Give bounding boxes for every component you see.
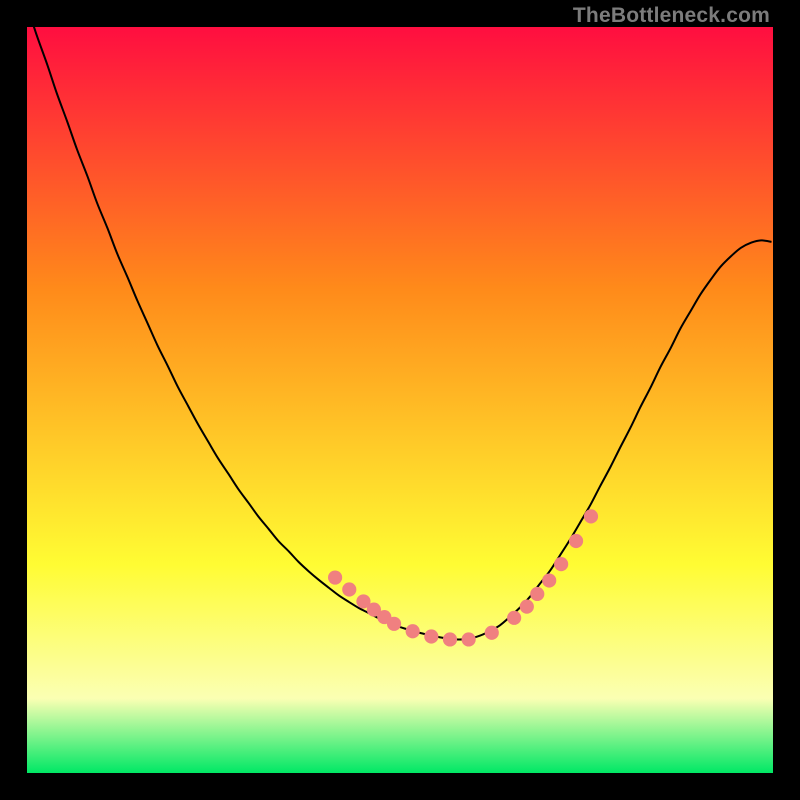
marker-dot [507,611,521,625]
marker-dot [584,509,598,523]
chart-svg [27,27,773,773]
marker-dot [554,557,568,571]
gradient-background [27,27,773,773]
marker-dot [520,600,534,614]
marker-dot [424,629,438,643]
marker-dot [443,632,457,646]
marker-dot [462,632,476,646]
marker-dot [406,624,420,638]
marker-dot [569,534,583,548]
marker-dot [387,617,401,631]
plot-area [27,27,773,773]
marker-dot [542,573,556,587]
watermark-text: TheBottleneck.com [573,4,770,28]
marker-dot [328,570,342,584]
marker-dot [342,582,356,596]
chart-stage: TheBottleneck.com [0,0,800,800]
marker-dot [530,587,544,601]
marker-dot [485,626,499,640]
